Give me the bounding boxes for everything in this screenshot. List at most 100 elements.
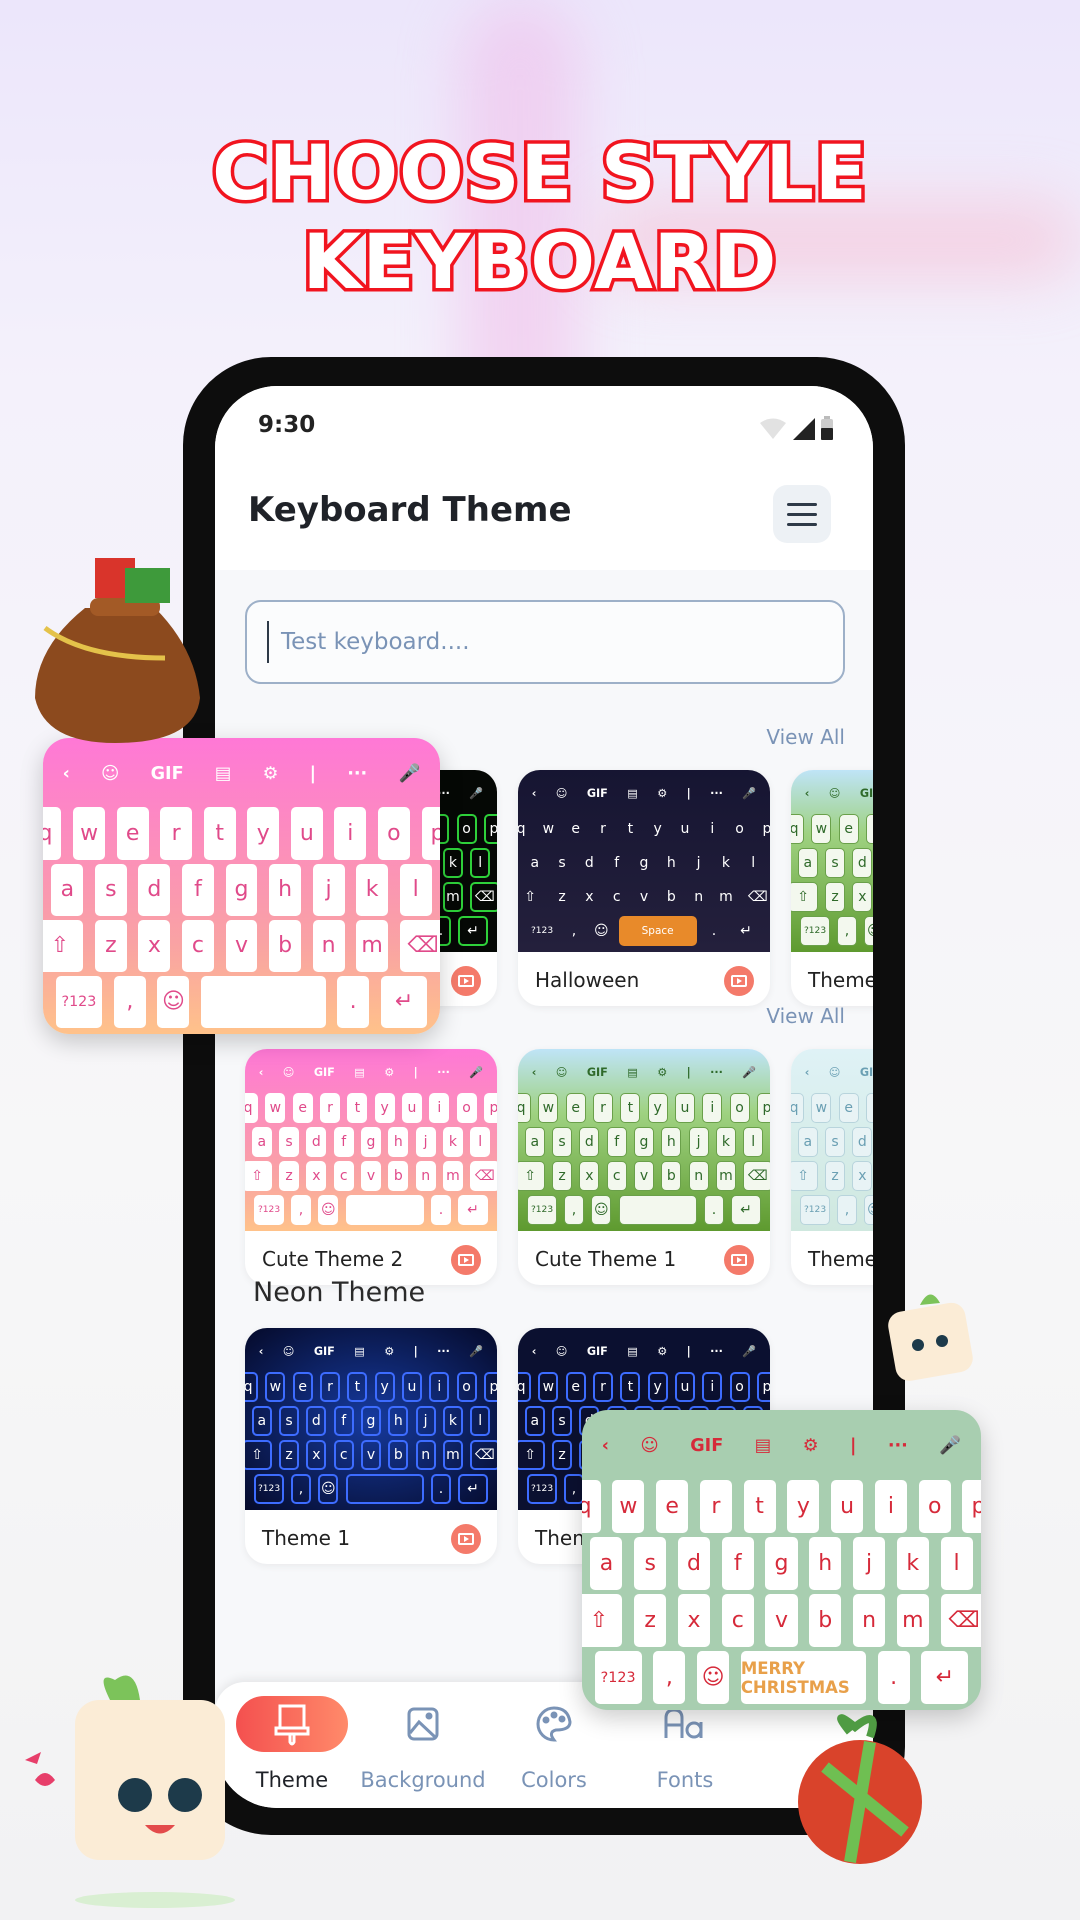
keyboard-key: ⌫ (470, 1440, 497, 1471)
keyboard-key: ⇧ (245, 1161, 272, 1192)
keyboard-key: s (558, 855, 566, 872)
keyboard-toolbar-item: ☺ (282, 1065, 295, 1079)
keyboard-toolbar-item: ‹ (601, 1436, 609, 1457)
keyboard-key: ⇧ (524, 889, 536, 906)
section-title: Neon Theme (253, 1277, 426, 1308)
keyboard-row: asdfghjkl (249, 1404, 493, 1438)
video-play-icon[interactable] (724, 966, 754, 996)
view-all-link[interactable]: View All (766, 725, 845, 749)
keyboard-key: j (688, 1127, 709, 1158)
keyboard-row: qwertyuiop (582, 1478, 981, 1535)
keyboard-key: i (429, 1093, 450, 1124)
keyboard-toolbar-item: ··· (437, 1344, 450, 1358)
keyboard-row: ⇧zxcvbnm⌫ (518, 1159, 770, 1193)
keyboard-key: x (306, 1440, 327, 1471)
theme-card[interactable]: ‹☺GIF▤⚙|···🎤qwertyuiopasdfghjkl⇧zxcvbnm⌫… (518, 1049, 770, 1285)
keyboard-row: ?123, ☺ Space. ↵ (522, 914, 766, 948)
text-caret (267, 621, 269, 663)
video-play-icon[interactable] (451, 1524, 481, 1554)
theme-card[interactable]: ‹☺GIF▤⚙|···🎤qwertyuiopasdfghjkl⇧zxcvbnm⌫… (791, 770, 873, 1006)
theme-card[interactable]: ‹☺GIF▤⚙|···🎤qwertyuiopasdfghjkl⇧zxcvbnm⌫… (245, 1049, 497, 1285)
keyboard-key: ↵ (740, 923, 752, 940)
keyboard-key: x (138, 919, 171, 972)
keyboard-key: f (333, 1127, 354, 1158)
keyboard-key: , (653, 1651, 686, 1704)
keyboard-key: p (762, 821, 770, 838)
keyboard-key: d (677, 1537, 710, 1591)
keyboard-key: o (729, 1093, 750, 1124)
keyboard-key: z (279, 1440, 300, 1471)
keyboard-key: i (334, 807, 367, 860)
keyboard-key: s (825, 1127, 846, 1158)
video-play-icon[interactable] (451, 966, 481, 996)
keyboard-toolbar-item: ☺ (828, 1065, 841, 1079)
test-keyboard-input[interactable]: Test keyboard.... (245, 600, 845, 684)
keyboard-key: i (702, 1372, 723, 1403)
keyboard-preview: ‹☺GIF▤⚙|···🎤qwertyuiopasdfghjkl⇧zxcvbnm⌫… (245, 1049, 497, 1231)
keyboard-toolbar-item: ⚙ (262, 763, 279, 784)
keyboard-key: ⌫ (940, 1594, 981, 1648)
keyboard-toolbar-item: GIF (586, 1344, 608, 1358)
video-play-icon[interactable] (451, 1245, 481, 1275)
keyboard-toolbar-item: ··· (347, 763, 368, 784)
keyboard-key: o (735, 821, 744, 838)
keyboard-key: l (399, 863, 432, 916)
keyboard-key: ⌫ (399, 919, 440, 972)
keyboard-key: q (518, 821, 526, 838)
keyboard-row: ⇧zxcvbnm⌫ (522, 880, 768, 914)
nav-tab-background[interactable]: Background (348, 1696, 498, 1792)
keyboard-toolbar-item: ··· (710, 1344, 723, 1358)
keyboard-toolbar: ‹☺GIF▤⚙|···🎤 (586, 1414, 977, 1478)
keyboard-key: b (388, 1440, 409, 1471)
keyboard-key: h (388, 1406, 409, 1437)
keyboard-toolbar-item: ▤ (627, 1344, 638, 1358)
keyboard-key: ⇧ (582, 1594, 623, 1648)
keyboard-key: j (415, 1127, 436, 1158)
keyboard-toolbar-item: ☺ (640, 1436, 659, 1457)
keyboard-key: t (347, 1372, 368, 1403)
keyboard-key: u (290, 807, 323, 860)
nav-tab-colors[interactable]: Colors (479, 1696, 629, 1792)
keyboard-key: u (674, 1372, 695, 1403)
keyboard-key: g (361, 1406, 381, 1437)
video-play-icon[interactable] (724, 1245, 754, 1275)
keyboard-toolbar-item: 🎤 (469, 1344, 484, 1358)
keyboard-key: y (247, 807, 280, 860)
keyboard-key: g (639, 855, 649, 872)
keyboard-key: z (552, 1161, 573, 1192)
keyboard-key: d (138, 863, 171, 916)
keyboard-key: b (388, 1161, 409, 1192)
keyboard-toolbar-item: GIF (313, 1344, 335, 1358)
keyboard-toolbar-item: 🎤 (469, 786, 484, 800)
nav-tab-label: Fonts (656, 1768, 714, 1792)
keyboard-toolbar-item: GIF (313, 1065, 335, 1079)
keyboard-key: a (524, 1127, 545, 1158)
keyboard-row: asdfghjkl (47, 862, 436, 918)
keyboard-key: q (518, 1372, 532, 1403)
theme-card[interactable]: ‹☺GIF▤⚙|···🎤qwertyuiopasdfghjkl⇧zxcvbnm⌫… (518, 770, 770, 1006)
keyboard-key: n (688, 1161, 709, 1192)
theme-card[interactable]: ‹☺GIF▤⚙|···🎤qwertyuiopasdfghjkl⇧zxcvbnm⌫… (791, 1049, 873, 1285)
keyboard-key: ⌫ (747, 889, 768, 906)
keyboard-key: l (743, 1127, 764, 1158)
keyboard-key: ☺ (591, 1195, 612, 1226)
theme-card[interactable]: ‹☺GIF▤⚙|···🎤qwertyuiopasdfghjkl⇧zxcvbnm⌫… (245, 1328, 497, 1564)
nav-tab-fonts[interactable]: Fonts (610, 1696, 760, 1792)
status-icons (759, 416, 833, 440)
keyboard-toolbar-item: ⚙ (657, 786, 668, 800)
view-all-link[interactable]: View All (766, 1004, 845, 1028)
keyboard-key: j (696, 855, 701, 872)
keyboard-key: p (483, 1372, 497, 1403)
keyboard-toolbar: ‹☺GIF▤⚙|···🎤 (795, 1053, 873, 1091)
keyboard-toolbar-item: | (413, 1065, 418, 1079)
keyboard-key: a (530, 855, 540, 872)
keyboard-key: b (809, 1594, 842, 1648)
keyboard-row: qwertyuiop (43, 805, 440, 861)
keyboard-key: m (715, 1161, 736, 1192)
keyboard-key: . (711, 923, 717, 940)
keyboard-key: , (113, 975, 146, 1028)
keyboard-key: x (585, 889, 594, 906)
keyboard-key: l (470, 1406, 491, 1437)
keyboard-key: k (721, 855, 730, 872)
hamburger-menu-icon[interactable] (773, 485, 831, 543)
